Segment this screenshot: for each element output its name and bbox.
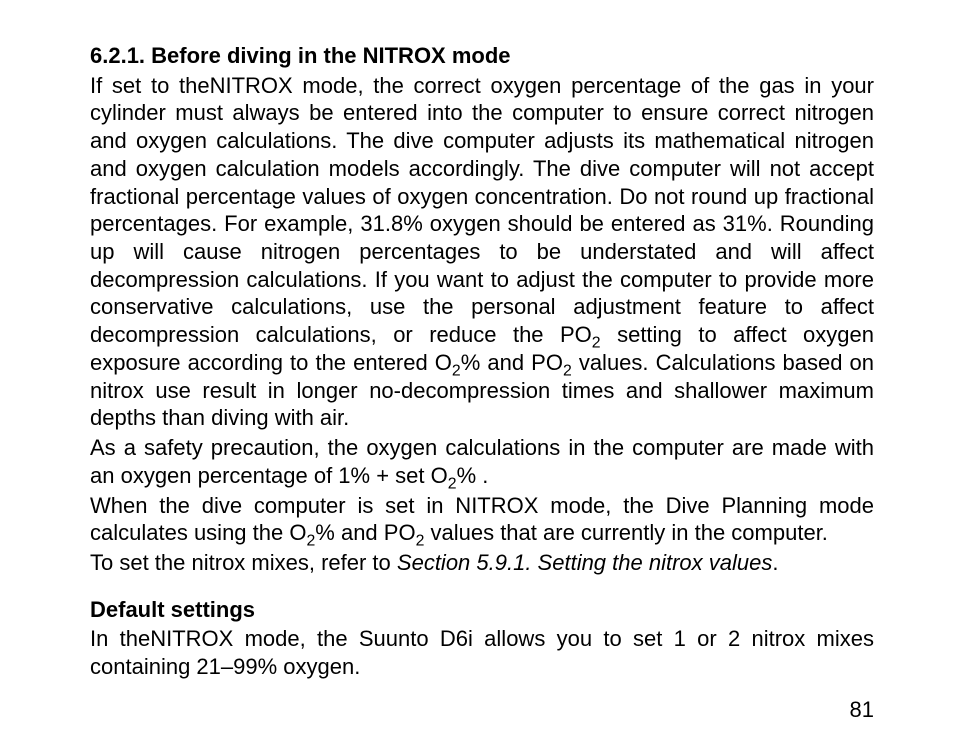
subscript-2: 2: [448, 475, 457, 492]
paragraph-2: As a safety precaution, the oxygen calcu…: [90, 434, 874, 489]
section-heading: 6.2.1. Before diving in the NITROX mode: [90, 42, 874, 70]
para1-text-c: % and PO: [461, 350, 563, 375]
paragraph-1: If set to theNITROX mode, the correct ox…: [90, 72, 874, 432]
document-page: 6.2.1. Before diving in the NITROX mode …: [0, 0, 954, 756]
paragraph-4: To set the nitrox mixes, refer to Sectio…: [90, 549, 874, 577]
para1-text-a: If set to theNITROX mode, the correct ox…: [90, 73, 874, 347]
paragraph-3: When the dive computer is set in NITROX …: [90, 492, 874, 547]
para4-text-a: To set the nitrox mixes, refer to: [90, 550, 397, 575]
para3-text-c: values that are currently in the compute…: [424, 520, 828, 545]
subscript-2: 2: [306, 533, 315, 550]
para4-text-b: .: [772, 550, 778, 575]
para2-text-b: % .: [457, 463, 489, 488]
page-number: 81: [850, 696, 874, 724]
defaults-paragraph: In theNITROX mode, the Suunto D6i allows…: [90, 625, 874, 680]
para3-text-b: % and PO: [315, 520, 415, 545]
section-reference: Section 5.9.1. Setting the nitrox values: [397, 550, 772, 575]
defaults-heading: Default settings: [90, 596, 874, 624]
